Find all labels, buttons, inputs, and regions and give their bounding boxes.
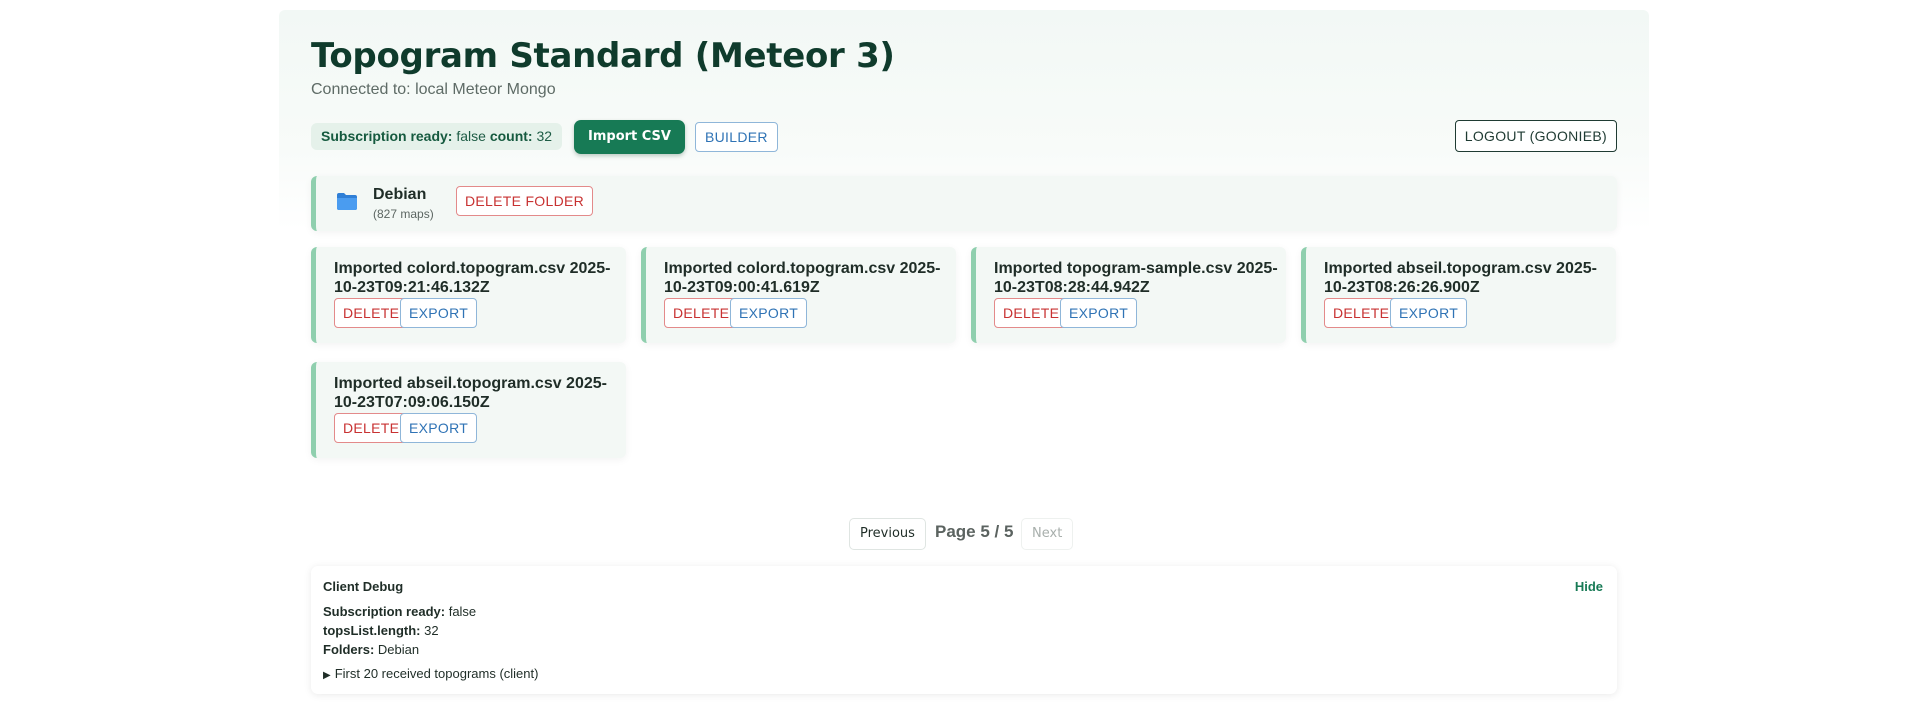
folder-name: Debian xyxy=(373,186,427,203)
delete-button[interactable]: DELETE xyxy=(994,298,1069,328)
debug-folders-label: Folders: xyxy=(323,642,375,657)
disclosure-triangle-icon: ▶ xyxy=(323,670,331,681)
topogram-card: Imported abseil.topogram.csv 2025-10-23T… xyxy=(311,362,626,458)
subscription-label: Subscription ready: xyxy=(321,128,453,144)
next-page-button[interactable]: Next xyxy=(1021,518,1074,550)
debug-topslist-line: topsList.length: 32 xyxy=(323,623,439,638)
connection-status: Connected to: local Meteor Mongo xyxy=(311,81,556,98)
page-indicator: Page 5 / 5 xyxy=(935,522,1014,541)
debug-subscription-label: Subscription ready: xyxy=(323,604,446,619)
topograms-details-toggle[interactable]: ▶ First 20 received topograms (client) xyxy=(323,666,538,681)
count-value: 32 xyxy=(536,128,553,144)
debug-topslist-label: topsList.length: xyxy=(323,623,421,638)
delete-button[interactable]: DELETE xyxy=(334,298,409,328)
folder-icon xyxy=(337,193,357,210)
topogram-title[interactable]: Imported colord.topogram.csv 2025-10-23T… xyxy=(664,259,954,297)
topogram-title[interactable]: Imported topogram-sample.csv 2025-10-23T… xyxy=(994,259,1284,297)
debug-title: Client Debug xyxy=(323,579,404,594)
import-csv-button[interactable]: Import CSV xyxy=(574,120,685,154)
count-label: count: xyxy=(489,128,533,144)
export-button[interactable]: EXPORT xyxy=(400,413,478,443)
subscription-status-pill: Subscription ready: false count: 32 xyxy=(311,123,563,150)
delete-button[interactable]: DELETE xyxy=(1324,298,1399,328)
delete-folder-button[interactable]: DELETE FOLDER xyxy=(456,186,594,216)
details-summary-label: First 20 received topograms (client) xyxy=(334,666,539,681)
subscription-value: false xyxy=(456,128,486,144)
debug-subscription-line: Subscription ready: false xyxy=(323,604,476,619)
topogram-title[interactable]: Imported abseil.topogram.csv 2025-10-23T… xyxy=(334,374,624,412)
topogram-title[interactable]: Imported abseil.topogram.csv 2025-10-23T… xyxy=(1324,259,1614,297)
topogram-card: Imported abseil.topogram.csv 2025-10-23T… xyxy=(1301,247,1616,343)
client-debug-panel: Client Debug Hide Subscription ready: fa… xyxy=(311,566,1617,694)
previous-page-button[interactable]: Previous xyxy=(849,518,926,550)
folder-map-count: (827 maps) xyxy=(373,207,434,221)
export-button[interactable]: EXPORT xyxy=(730,298,808,328)
toolbar: Subscription ready: false count: 32 Impo… xyxy=(311,115,1617,155)
export-button[interactable]: EXPORT xyxy=(1390,298,1468,328)
delete-button[interactable]: DELETE xyxy=(334,413,409,443)
hide-debug-button[interactable]: Hide xyxy=(1575,579,1603,594)
debug-subscription-value: false xyxy=(448,604,477,619)
topogram-card: Imported topogram-sample.csv 2025-10-23T… xyxy=(971,247,1286,343)
page-container: Topogram Standard (Meteor 3) Connected t… xyxy=(279,10,1649,710)
topogram-title[interactable]: Imported colord.topogram.csv 2025-10-23T… xyxy=(334,259,624,297)
topogram-card: Imported colord.topogram.csv 2025-10-23T… xyxy=(311,247,626,343)
page-title: Topogram Standard (Meteor 3) xyxy=(311,36,895,76)
logout-button[interactable]: LOGOUT (GOONIEB) xyxy=(1454,120,1617,152)
pagination: Previous Page 5 / 5 Next xyxy=(311,518,1617,552)
export-button[interactable]: EXPORT xyxy=(400,298,478,328)
debug-folders-line: Folders: Debian xyxy=(323,642,419,657)
topogram-card: Imported colord.topogram.csv 2025-10-23T… xyxy=(641,247,956,343)
debug-folders-value: Debian xyxy=(377,642,420,657)
debug-topslist-value: 32 xyxy=(424,623,439,638)
folder-row[interactable]: Debian (827 maps) DELETE FOLDER xyxy=(311,176,1617,231)
builder-button[interactable]: BUILDER xyxy=(695,122,778,152)
delete-button[interactable]: DELETE xyxy=(664,298,739,328)
export-button[interactable]: EXPORT xyxy=(1060,298,1138,328)
